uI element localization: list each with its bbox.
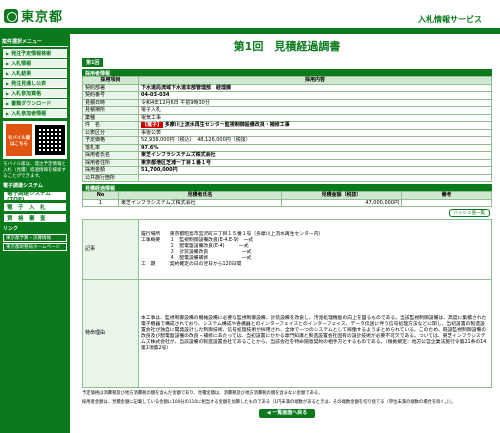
service-name: 入札情報サービス — [418, 15, 482, 24]
sidebar-item-qualification[interactable]: 資 格 審 査 — [3, 213, 67, 223]
arrow-right-icon: ▶ — [6, 71, 10, 76]
sidebar-item[interactable]: ▶ 入札参加者情報 — [3, 109, 67, 118]
arrow-right-icon: ▶ — [6, 81, 10, 86]
arrow-right-icon: ▶ — [6, 61, 10, 66]
tokyo-emblem-icon — [4, 8, 18, 23]
award-table: 採用項目 採用内容 契約部署 下水道局流域下水道本部管理部 経理課 契約番号 04-… — [82, 76, 492, 182]
back-to-list-button[interactable]: ◀ 一覧画面へ戻る — [259, 409, 315, 418]
sidebar-section-title: 案件選択メニュー — [2, 38, 68, 47]
mobile-note: モバイル版は、発注予定情報と入札（見積）経過情報を検索することができます。 — [3, 162, 66, 179]
table-row: 業種 電気工事 — [82, 113, 492, 122]
table-row: 契約部署 下水道局流域下水道本部管理部 経理課 — [82, 83, 492, 92]
arrow-right-icon: ▶ — [6, 51, 10, 56]
sidebar-item-eprocurement[interactable]: 電子調達システム(TOP) — [3, 191, 67, 203]
table-row: 見積日時 令和4年12月6日 午前9時30分 — [82, 98, 492, 107]
section-title: 見積経過情報 — [82, 184, 492, 192]
column-header: No — [82, 191, 119, 200]
arrow-right-icon: ▶ — [6, 101, 10, 106]
sidebar-link[interactable]: 東京都財務局ホームページ — [3, 243, 67, 251]
mobile-promo: モバイル版はこちら — [3, 121, 67, 159]
column-header: 見積金額（税抜） — [281, 191, 402, 200]
electronic-badge: 【電子】 — [141, 122, 164, 128]
page-title: 第1回 見積経過調書 — [233, 40, 341, 53]
special-reason-text: 本工事は、監視制御設備の機械設備に必要な監視制御設備、計装設備を改良し、汚泥処理… — [138, 279, 492, 388]
sidebar-item[interactable]: ▶ 入札結果 — [3, 69, 67, 78]
sidebar-item[interactable]: ▶ 書類ダウンロード — [3, 99, 67, 108]
table-row: 特命理由 本工事は、監視制御設備の機械設備に必要な監視制御設備、計装設備を改良し… — [82, 279, 492, 388]
sidebar-item[interactable]: ▶ 入札情報 — [3, 59, 67, 68]
table-row: 予定価格 52,938,000円（税込） 48,126,000円（税抜） — [82, 136, 492, 145]
footnote: 採用者金額は、見積金額に記載している金額に100分の110に相当する金額を加算し… — [82, 399, 456, 405]
table-row: 採用者住所 東京都港区芝浦一丁目１番１号 — [82, 158, 492, 167]
column-header: 見積者氏名 — [118, 191, 282, 200]
table-row: 契約番号 04-03-034 — [82, 91, 492, 100]
column-header: 備考 — [401, 191, 492, 200]
sidebar-link[interactable]: 東京都予算・決算情報 — [3, 234, 67, 242]
bid-table: No 見積者氏名 見積金額（税抜） 備考 1 東芝インフラシステムズ株式会社 4… — [82, 191, 492, 207]
table-row: 記事 履行場所 東京都昭島市宮沢町三丁目１５番１号（多摩川上流水再生センター内）… — [82, 219, 492, 280]
column-header: 採用内容 — [138, 76, 492, 85]
table-row: 採用者氏名 東芝インフラシステムズ株式会社 — [82, 151, 492, 160]
table-row: 件 名【電子】 多摩川上流水再生センター監視制御設備改良・補修工事 — [82, 121, 492, 130]
remarks-table: 記事 履行場所 東京都昭島市宮沢町三丁目１５番１号（多摩川上流水再生センター内）… — [82, 219, 492, 388]
table-row: 公表区分 事後公表 — [82, 128, 492, 137]
sidebar-item-ebidding[interactable]: 電 子 入 札 — [3, 202, 67, 212]
footnote: 予定価格は消費税及び地方消費税の額を含んだ金額であり、見積金額は、消費税及び地方… — [82, 391, 323, 396]
logo-text: 東京都 — [21, 10, 64, 25]
section-title: 採用者情報 — [82, 69, 492, 77]
column-header: 採用項目 — [82, 76, 139, 85]
table-row: 採用金額 51,700,000円 — [82, 166, 492, 175]
arrow-right-icon: ▶ — [6, 111, 10, 116]
table-row: 1 東芝インフラシステムズ株式会社 47,000,000円 — [82, 198, 492, 207]
sidebar-item[interactable]: ▶ 入札参加資格 — [3, 89, 67, 98]
sidebar-item[interactable]: ▶ 発注予定情報検索 — [3, 49, 67, 58]
main-content: 第1回 見積経過調書 第1回 採用者情報 採用項目 採用内容 契約部署 下水道局流… — [82, 34, 492, 418]
sidebar: 案件選択メニュー ▶ 発注予定情報検索 ▶ 入札情報 ▶ 入札結果 ▶ 発注見通し公表 … — [0, 34, 70, 433]
qr-code-icon — [35, 125, 65, 155]
mobile-site-button[interactable]: モバイル版はこちら — [6, 124, 32, 156]
hash-list-button[interactable]: ハッシュ値一覧 — [448, 209, 490, 217]
round-tab: 第1回 — [82, 58, 104, 67]
remarks-text: 履行場所 東京都昭島市宮沢町三丁目１５番１号（多摩川上流水再生センター内） 工事… — [138, 219, 492, 280]
table-header-row: No 見積者氏名 見積金額（税抜） 備考 — [82, 191, 492, 200]
table-header-row: 採用項目 採用内容 — [82, 76, 492, 85]
table-row: 見積場所 電子入札 — [82, 106, 492, 115]
sidebar-section-title: 電子調達システム — [3, 183, 43, 189]
table-row: 公共施行箇所 — [82, 173, 492, 182]
tokyo-logo[interactable]: 東京都 — [4, 6, 63, 25]
table-row: 落札率 97.6% — [82, 143, 492, 152]
arrow-right-icon: ▶ — [6, 91, 10, 96]
header: 東京都 入札情報サービス — [0, 0, 500, 30]
sidebar-section-title: リンク — [3, 226, 19, 232]
sidebar-item[interactable]: ▶ 発注見通し公表 — [3, 79, 67, 88]
